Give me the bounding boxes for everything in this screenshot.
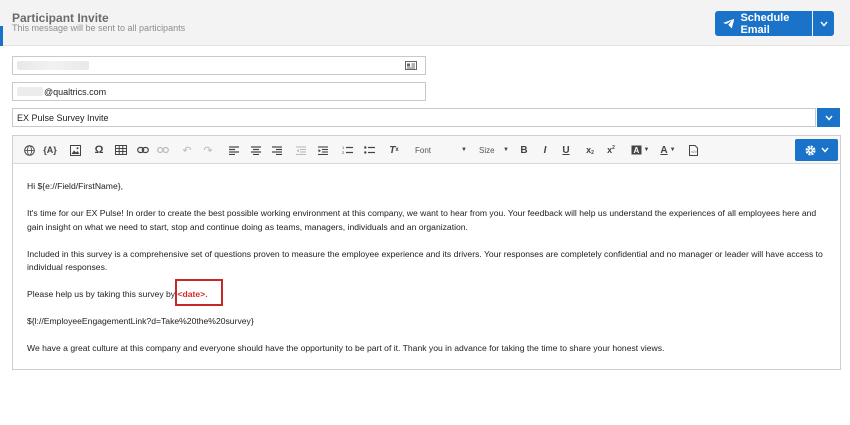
deadline-paragraph: Please help us by taking this survey by … — [27, 288, 832, 302]
page-subtitle: This message will be sent to all partici… — [12, 23, 186, 33]
chevron-down-icon — [819, 21, 828, 27]
image-icon[interactable] — [68, 142, 82, 158]
active-indicator — [0, 26, 3, 46]
survey-link-piped-text: ${l://EmployeeEngagementLink?d=Take%20th… — [27, 316, 254, 326]
subscript-icon[interactable]: x2 — [583, 142, 597, 158]
clear-formatting-icon[interactable]: Tx — [387, 142, 401, 158]
caret-down-icon: ▼ — [669, 147, 676, 153]
editor-toolbar: {A} Ω ↶ ↷ 12 T x Font ▼ Size ▼ B I U x 2… — [13, 136, 840, 164]
background-color-icon[interactable]: A ▼ — [629, 142, 651, 158]
from-name-field[interactable] — [12, 56, 426, 75]
paper-plane-icon — [723, 18, 735, 29]
subject-select[interactable]: EX Pulse Survey Invite — [12, 108, 816, 127]
from-email-value: @qualtrics.com — [44, 86, 107, 97]
text-color-icon[interactable]: A ▼ — [657, 142, 679, 158]
svg-text:A: A — [633, 146, 639, 155]
gear-icon — [805, 145, 816, 155]
link-icon[interactable] — [136, 142, 150, 158]
schedule-options-dropdown[interactable] — [813, 11, 834, 36]
align-center-icon[interactable] — [250, 142, 262, 158]
numbered-list-icon[interactable]: 12 — [341, 142, 353, 158]
align-left-icon[interactable] — [228, 142, 240, 158]
body-paragraph: It's time for our EX Pulse! In order to … — [27, 208, 817, 232]
from-email-field[interactable]: @qualtrics.com — [12, 82, 426, 101]
bold-button[interactable]: B — [518, 142, 530, 158]
table-icon[interactable] — [114, 142, 128, 158]
font-dropdown[interactable]: Font ▼ — [415, 142, 467, 158]
special-character-icon[interactable]: Ω — [93, 142, 105, 158]
superscript-icon[interactable]: x2 — [604, 142, 618, 158]
align-right-icon[interactable] — [271, 142, 283, 158]
greeting-line: Hi ${e://Field/FirstName}, — [27, 181, 123, 191]
svg-text:</>: </> — [691, 149, 697, 154]
underline-button[interactable]: U — [560, 142, 572, 158]
caret-down-icon: ▼ — [503, 147, 509, 153]
indent-icon[interactable] — [317, 142, 329, 158]
contact-card-icon[interactable] — [405, 61, 417, 70]
closing-paragraph: We have a great culture at this company … — [27, 343, 665, 353]
bulleted-list-icon[interactable] — [363, 142, 375, 158]
date-placeholder: <date> — [177, 289, 206, 299]
caret-down-icon: ▼ — [643, 147, 650, 153]
schedule-email-label: Schedule Email — [740, 11, 790, 36]
svg-text:2: 2 — [342, 150, 345, 155]
italic-button[interactable]: I — [539, 142, 551, 158]
message-editor[interactable]: {A} Ω ↶ ↷ 12 T x Font ▼ Size ▼ B I U x 2… — [12, 135, 841, 370]
editor-settings-button[interactable] — [795, 139, 838, 161]
caret-down-icon: ▼ — [461, 147, 467, 153]
schedule-email-button[interactable]: Schedule Email — [715, 11, 812, 36]
source-code-icon[interactable]: </> — [687, 142, 699, 158]
font-dropdown-label: Font — [415, 145, 432, 155]
outdent-icon[interactable] — [295, 142, 307, 158]
chevron-down-icon — [824, 115, 833, 121]
size-dropdown-label: Size — [479, 145, 495, 155]
globe-icon[interactable] — [22, 142, 36, 158]
page-header: Participant Invite This message will be … — [0, 0, 850, 46]
redacted-text — [17, 61, 89, 70]
body-paragraph: Included in this survey is a comprehensi… — [27, 248, 823, 273]
piped-text-icon[interactable]: {A} — [41, 142, 59, 158]
unlink-icon[interactable] — [156, 142, 170, 158]
deadline-suffix: . — [205, 289, 208, 299]
message-body[interactable]: Hi ${e://Field/FirstName}, It's time for… — [27, 180, 832, 369]
subject-value: EX Pulse Survey Invite — [17, 112, 109, 123]
undo-icon[interactable]: ↶ — [181, 142, 193, 158]
redacted-text — [17, 87, 43, 96]
deadline-prefix: Please help us by taking this survey by — [27, 289, 178, 299]
subject-dropdown-button[interactable] — [817, 108, 840, 127]
size-dropdown[interactable]: Size ▼ — [479, 142, 509, 158]
chevron-down-icon — [821, 147, 829, 153]
redo-icon[interactable]: ↷ — [202, 142, 214, 158]
